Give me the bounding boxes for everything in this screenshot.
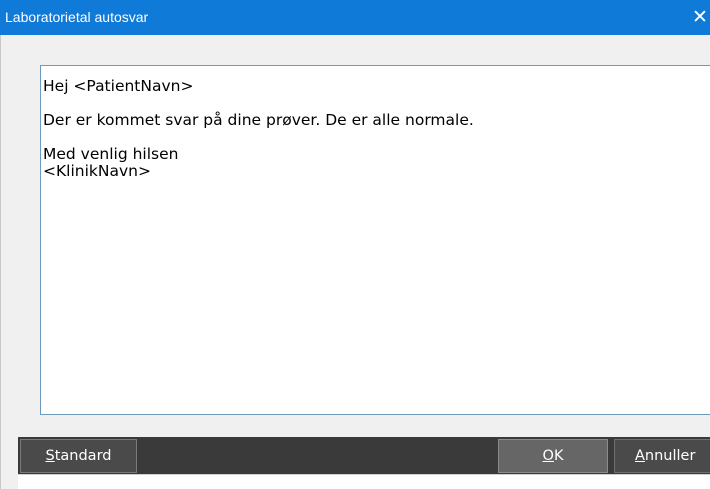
message-textarea[interactable]: Hej <PatientNavn> Der er kommet svar på … [40,65,710,415]
ok-label: K [553,448,564,464]
message-text[interactable]: Hej <PatientNavn> Der er kommet svar på … [43,78,474,180]
status-strip [18,474,710,489]
standard-label: tandard [54,448,112,464]
title-bar[interactable]: Laboratorietal autosvar ✕ [0,0,710,35]
window-title: Laboratorietal autosvar [5,9,149,25]
standard-mnemonic: S [45,448,55,464]
autosvar-dialog: Laboratorietal autosvar ✕ Hej <PatientNa… [0,0,710,489]
cancel-button[interactable]: Annuller [614,439,710,473]
cancel-label: nnuller [644,448,696,464]
ok-button[interactable]: OK [498,439,608,473]
cancel-mnemonic: A [635,448,645,464]
close-icon[interactable]: ✕ [692,3,710,31]
standard-button[interactable]: Standard [20,439,137,473]
ok-mnemonic: O [542,448,554,464]
